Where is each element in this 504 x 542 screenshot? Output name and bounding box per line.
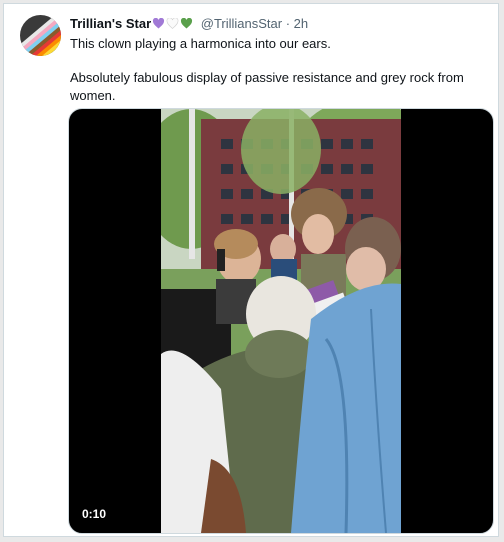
tweet-text-line2: Absolutely fabulous display of passive r… [70, 70, 464, 103]
handle-and-time[interactable]: @TrilliansStar · 2h [201, 16, 308, 31]
purple-heart-icon [153, 18, 165, 29]
avatar[interactable] [20, 15, 61, 56]
video-timestamp: 0:10 [82, 507, 107, 521]
video-player[interactable]: 0:10 [68, 108, 494, 534]
green-heart-icon [181, 18, 193, 29]
video-frame [161, 109, 401, 533]
tweet-header: Trillian's Star @TrilliansStar · 2h [70, 16, 308, 31]
white-heart-icon [166, 18, 179, 29]
tweet-text-line1: This clown playing a harmonica into our … [70, 36, 331, 51]
tweet-card[interactable]: Trillian's Star @TrilliansStar · 2h This… [3, 3, 499, 537]
display-name[interactable]: Trillian's Star [70, 16, 151, 31]
